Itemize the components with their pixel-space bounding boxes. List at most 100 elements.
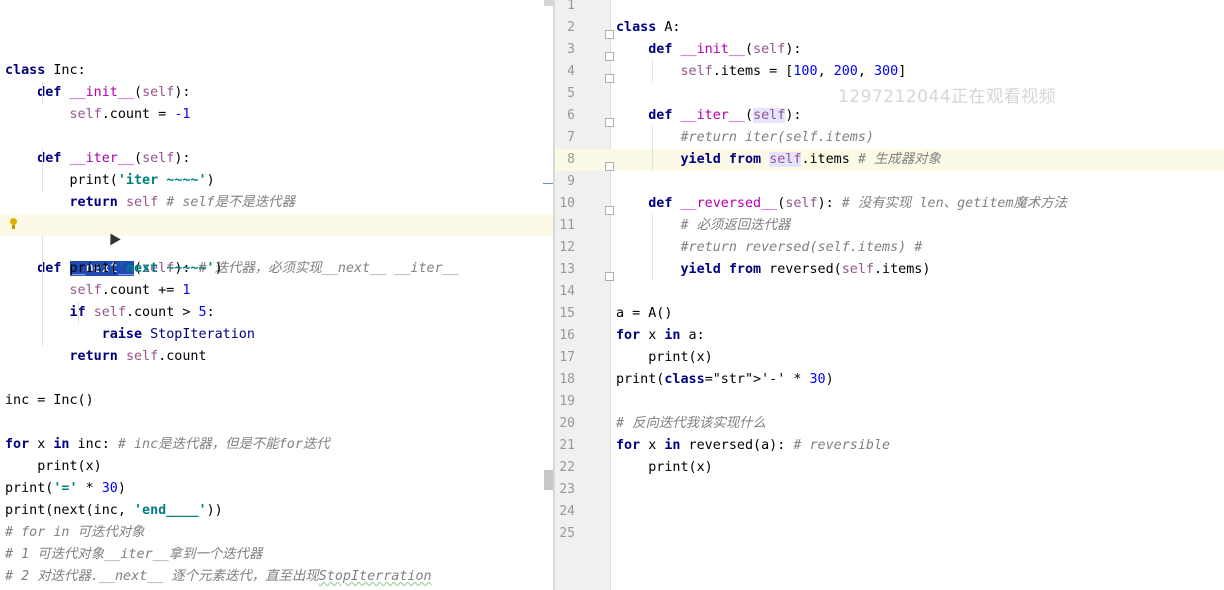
lightbulb-icon[interactable]	[9, 218, 18, 230]
code-line[interactable]: self.count = -1	[0, 82, 553, 122]
line-number: 16	[559, 328, 575, 343]
line-number: 15	[559, 306, 575, 321]
line-number: 3	[567, 42, 575, 57]
code-text[interactable]: print(x)	[616, 347, 713, 369]
indent-guide	[42, 82, 43, 104]
line-number: 1	[567, 0, 575, 13]
code-line[interactable]: 9	[555, 171, 1224, 193]
code-text[interactable]: yield from reversed(self.items)	[616, 259, 931, 281]
line-number: 24	[559, 504, 575, 519]
code-line[interactable]: 13 yield from reversed(self.items)	[555, 259, 1224, 281]
code-line[interactable]: 3 def __init__(self):	[555, 39, 1224, 61]
code-line[interactable]: print(next(inc, 'end____'))	[0, 478, 553, 518]
code-text[interactable]: self.items = [100, 200, 300]	[616, 61, 907, 83]
line-number: 10	[559, 196, 575, 211]
scrollbar-thumb[interactable]	[544, 470, 553, 490]
code-text[interactable]: #return iter(self.items)	[616, 127, 874, 149]
code-line[interactable]: return self.count	[0, 324, 553, 364]
code-line[interactable]: raise StopIteration	[0, 302, 553, 342]
line-number: 8	[567, 152, 575, 167]
code-line[interactable]: 24	[555, 501, 1224, 523]
line-number: 11	[559, 218, 575, 233]
fold-marker-icon[interactable]	[605, 74, 614, 83]
code-line[interactable]: 1	[555, 0, 1224, 17]
code-text[interactable]: def __reversed__(self): # 没有实现 len、getit…	[616, 193, 1067, 215]
code-text[interactable]: for x in reversed(a): # reversible	[616, 435, 890, 457]
scrollbar-marker[interactable]	[543, 183, 553, 184]
code-line[interactable]: 16 for x in a:	[555, 325, 1224, 347]
code-line[interactable]: 18 print(class="str">'-' * 30)	[555, 369, 1224, 391]
code-line[interactable]: 2 class A:	[555, 17, 1224, 39]
code-line[interactable]: # for in 可迭代对象	[0, 500, 553, 540]
code-text[interactable]: class A:	[616, 17, 681, 39]
code-line[interactable]: 17 print(x)	[555, 347, 1224, 369]
line-number: 13	[559, 262, 575, 277]
code-line[interactable]: 21 for x in reversed(a): # reversible	[555, 435, 1224, 457]
code-line[interactable]: 12 #return reversed(self.items) #	[555, 237, 1224, 259]
line-number: 21	[559, 438, 575, 453]
code-text[interactable]: #return reversed(self.items) #	[616, 237, 923, 259]
fold-marker-icon[interactable]	[605, 30, 614, 39]
code-line[interactable]: 4 self.items = [100, 200, 300]	[555, 61, 1224, 83]
fold-marker-icon[interactable]	[605, 206, 614, 215]
code-line[interactable]: 20 # 反向迭代我该实现什么	[555, 413, 1224, 435]
code-line[interactable]: print('next ~~~~~')	[0, 236, 553, 276]
code-line[interactable]: 22 print(x)	[555, 457, 1224, 479]
code-line[interactable]: print(x)	[0, 434, 553, 474]
code-line[interactable]: for x in inc: # inc是迭代器，但是不能for迭代	[0, 412, 553, 452]
fold-marker-icon[interactable]	[605, 118, 614, 127]
indent-guide	[42, 148, 43, 192]
code-line[interactable]: if self.count > 5:	[0, 280, 553, 320]
fold-marker-icon[interactable]	[605, 162, 614, 171]
fold-marker-icon[interactable]	[605, 272, 614, 281]
line-number: 9	[567, 174, 575, 189]
code-line[interactable]: print('iter ~~~~')	[0, 148, 553, 188]
code-line[interactable]: class Inc:	[0, 38, 553, 78]
scrollbar-marker[interactable]	[544, 0, 553, 6]
indent-guide	[42, 236, 43, 346]
code-line[interactable]: 25	[555, 523, 1224, 545]
line-number: 22	[559, 460, 575, 475]
line-number: 6	[567, 108, 575, 123]
code-line[interactable]: self.count += 1	[0, 258, 553, 298]
code-line[interactable]: 19	[555, 391, 1224, 413]
code-text[interactable]: # 必须返回迭代器	[616, 215, 791, 237]
code-line[interactable]: # 1 可迭代对象__iter__拿到一个迭代器	[0, 522, 553, 562]
line-number: 17	[559, 350, 575, 365]
line-number: 7	[567, 130, 575, 145]
code-text[interactable]: for x in a:	[616, 325, 705, 347]
code-line-current[interactable]: 8 yield from self.items # 生成器对象	[555, 149, 1224, 171]
code-line[interactable]: 15 a = A()	[555, 303, 1224, 325]
line-number: 25	[559, 526, 575, 541]
line-number: 5	[567, 86, 575, 101]
code-line[interactable]: 10 def __reversed__(self): # 没有实现 len、ge…	[555, 193, 1224, 215]
code-line[interactable]: 7 #return iter(self.items)	[555, 127, 1224, 149]
line-number: 2	[567, 20, 575, 35]
code-line[interactable]: inc = Inc()	[0, 368, 553, 408]
code-text[interactable]: print(class="str">'-' * 30)	[616, 369, 834, 391]
code-line[interactable]: # 2 对迭代器.__next__ 逐个元素迭代，直至出现StopIterrat…	[0, 544, 553, 584]
indent-guide	[652, 214, 653, 280]
code-text[interactable]: a = A()	[616, 303, 672, 325]
code-text[interactable]: # 反向迭代我该实现什么	[616, 413, 766, 435]
code-line[interactable]: def __iter__(self):	[0, 126, 553, 166]
left-editor-pane[interactable]: class Inc: def __init__(self): self.coun…	[0, 0, 553, 590]
code-line[interactable]: 23	[555, 479, 1224, 501]
line-number: 20	[559, 416, 575, 431]
indent-guide	[78, 302, 79, 324]
code-text[interactable]: print(x)	[616, 457, 713, 479]
code-line[interactable]: 14	[555, 281, 1224, 303]
fold-marker-icon[interactable]	[605, 52, 614, 61]
code-text[interactable]: yield from self.items # 生成器对象	[616, 149, 941, 171]
watermark-text: 1297212044正在观看视频	[838, 87, 1057, 107]
code-text[interactable]: def __iter__(self):	[616, 105, 801, 127]
code-text[interactable]: def __init__(self):	[616, 39, 801, 61]
line-number: 23	[559, 482, 575, 497]
code-line[interactable]: 6 def __iter__(self):	[555, 105, 1224, 127]
code-line[interactable]: return self # self是不是迭代器	[0, 170, 553, 210]
code-line[interactable]: 11 # 必须返回迭代器	[555, 215, 1224, 237]
code-line-current[interactable]: def __next__(self): # 迭代器，必须实现__next__ _…	[0, 214, 553, 276]
code-line[interactable]: def __init__(self):	[0, 60, 553, 100]
code-line[interactable]: print('=' * 30)	[0, 456, 553, 496]
line-number: 18	[559, 372, 575, 387]
